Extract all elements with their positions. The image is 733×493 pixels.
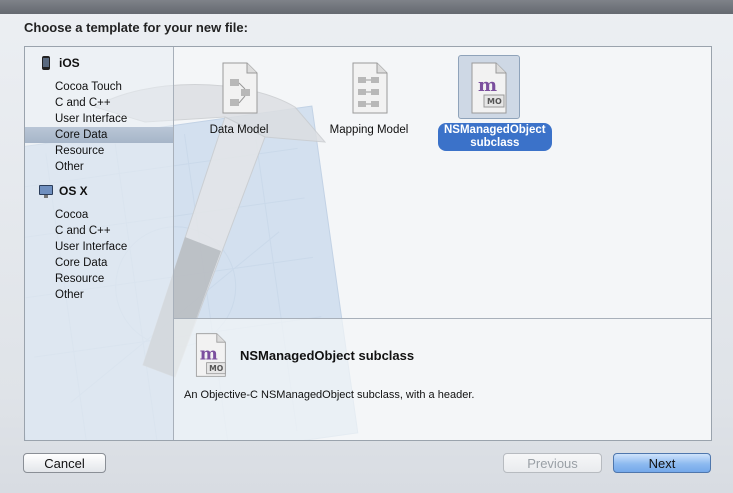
sidebar-item-osx-resource[interactable]: Resource: [25, 271, 173, 287]
template-label-selected: NSManagedObject subclass: [438, 123, 552, 151]
detail-description: An Objective-C NSManagedObject subclass,…: [184, 389, 475, 401]
sidebar-item-osx-core-data[interactable]: Core Data: [25, 255, 173, 271]
sidebar-item-ios-cocoa-touch[interactable]: Cocoa Touch: [25, 79, 173, 95]
sidebar-item-ios-c-and-cpp[interactable]: C and C++: [25, 95, 173, 111]
dialog-title: Choose a template for your new file:: [24, 20, 248, 35]
mapping-model-icon: [352, 62, 388, 114]
template-label: Data Model: [209, 124, 269, 136]
sidebar-item-ios-other[interactable]: Other: [25, 159, 173, 175]
managed-object-icon: m MO: [471, 62, 507, 114]
detail-icon-letter: m: [200, 344, 218, 364]
sidebar-item-osx-other[interactable]: Other: [25, 287, 173, 303]
template-label-line2: subclass: [470, 137, 520, 149]
next-button[interactable]: Next: [613, 453, 711, 473]
detail-icon-badge: MO: [209, 364, 224, 373]
template-nsmanagedobject-subclass[interactable]: m MO NSManagedObject subclass: [438, 55, 552, 151]
sidebar-group-label: OS X: [59, 184, 88, 198]
window-titlebar-strip: [0, 0, 733, 14]
cancel-button[interactable]: Cancel: [23, 453, 106, 473]
sidebar-group-osx: OS X: [39, 182, 88, 200]
detail-title: NSManagedObject subclass: [240, 348, 415, 363]
sidebar-group-ios: iOS: [39, 54, 80, 72]
sidebar-item-ios-user-interface[interactable]: User Interface: [25, 111, 173, 127]
template-label-line1: NSManagedObject: [444, 124, 546, 136]
osx-icon: [39, 184, 53, 198]
managed-object-icon: m MO: [195, 333, 226, 377]
template-mapping-model[interactable]: Mapping Model: [319, 61, 419, 138]
template-chooser-frame: iOS Cocoa Touch C and C++ User Interface…: [24, 46, 712, 441]
sidebar-item-ios-resource[interactable]: Resource: [25, 143, 173, 159]
sidebar-item-ios-core-data[interactable]: Core Data: [25, 127, 173, 143]
template-label: Mapping Model: [329, 124, 409, 136]
new-file-sheet: Choose a template for your new file: iOS…: [0, 0, 733, 493]
template-data-model[interactable]: Data Model: [189, 61, 289, 138]
sidebar-item-osx-user-interface[interactable]: User Interface: [25, 239, 173, 255]
svg-text:MO: MO: [487, 97, 502, 106]
sidebar-group-label: iOS: [59, 56, 80, 70]
sidebar-item-osx-cocoa[interactable]: Cocoa: [25, 207, 173, 223]
template-grid: Data Model Mapping Model m MO NSManagedO…: [174, 47, 711, 319]
previous-button[interactable]: Previous: [503, 453, 602, 473]
sidebar-item-osx-c-and-cpp[interactable]: C and C++: [25, 223, 173, 239]
data-model-icon: [222, 62, 258, 114]
template-category-sidebar: iOS Cocoa Touch C and C++ User Interface…: [25, 47, 174, 440]
iphone-icon: [39, 56, 53, 70]
svg-text:m: m: [478, 75, 497, 96]
template-detail-pane: m MO NSManagedObject subclass An Objecti…: [174, 319, 711, 440]
